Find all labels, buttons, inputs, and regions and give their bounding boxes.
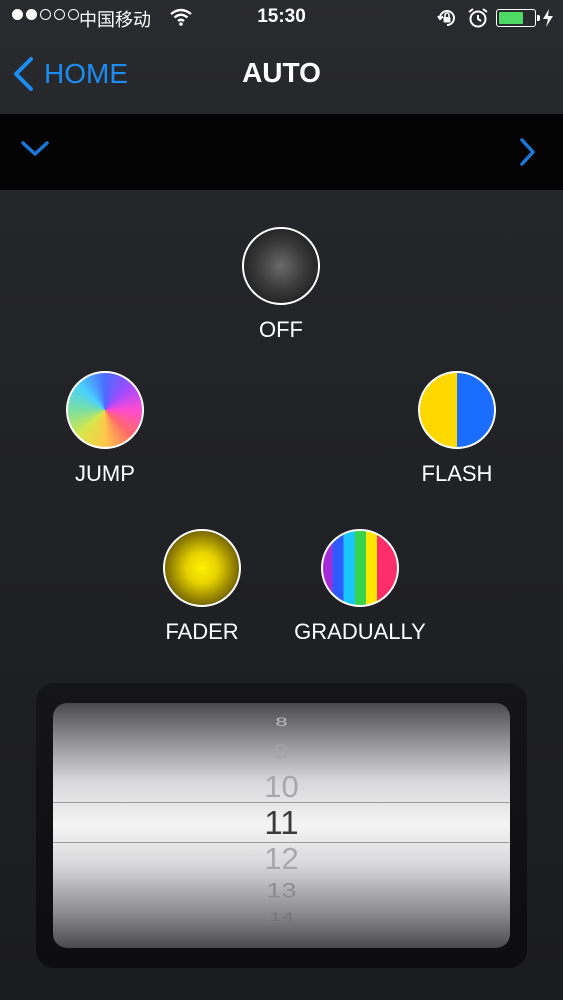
navigation-bar: HOME AUTO	[0, 36, 563, 114]
alarm-clock-icon	[467, 7, 489, 35]
rainbow-stripes-icon	[321, 529, 399, 607]
mode-flash-button[interactable]: FLASH	[407, 371, 507, 487]
battery-icon	[496, 9, 540, 27]
picker-item[interactable]: 13	[53, 878, 510, 903]
mode-gradually-button[interactable]: GRADUALLY	[280, 529, 440, 645]
picker-item[interactable]: 12	[53, 841, 510, 877]
mode-fader-label: FADER	[165, 619, 239, 644]
status-bar: 中国移动 15:30	[0, 0, 563, 36]
mode-off-label: OFF	[259, 317, 303, 342]
chevron-right-icon[interactable]	[518, 137, 538, 172]
mode-gradually-label: GRADUALLY	[294, 619, 426, 644]
mode-off-button[interactable]: OFF	[231, 227, 331, 343]
picker-item[interactable]: 9	[53, 739, 510, 764]
picker-item[interactable]: 8	[53, 715, 510, 729]
mode-jump-button[interactable]: JUMP	[55, 371, 155, 487]
color-wheel-icon	[66, 371, 144, 449]
mode-flash-label: FLASH	[421, 461, 493, 486]
picker-item[interactable]: 14	[53, 910, 510, 924]
picker-item[interactable]: 10	[53, 769, 510, 805]
page-title: AUTO	[242, 57, 321, 88]
mode-jump-label: JUMP	[75, 461, 135, 486]
mode-fader-button[interactable]: FADER	[152, 529, 252, 645]
rotation-lock-icon	[436, 7, 458, 35]
charging-bolt-icon	[542, 8, 554, 34]
auto-mode-screen: 中国移动 15:30 HOME AUTO OFF JUMP FLASH FADE…	[0, 0, 563, 1000]
chevron-down-icon[interactable]	[20, 139, 50, 164]
picker-wheel[interactable]: 8 9 10 11 12 13 14	[53, 703, 510, 948]
picker-item-selected[interactable]: 11	[53, 804, 510, 842]
program-selector-bar	[0, 114, 563, 190]
off-mode-icon	[242, 227, 320, 305]
speed-picker: 8 9 10 11 12 13 14	[36, 683, 527, 968]
fader-glow-icon	[163, 529, 241, 607]
flash-split-icon	[418, 371, 496, 449]
